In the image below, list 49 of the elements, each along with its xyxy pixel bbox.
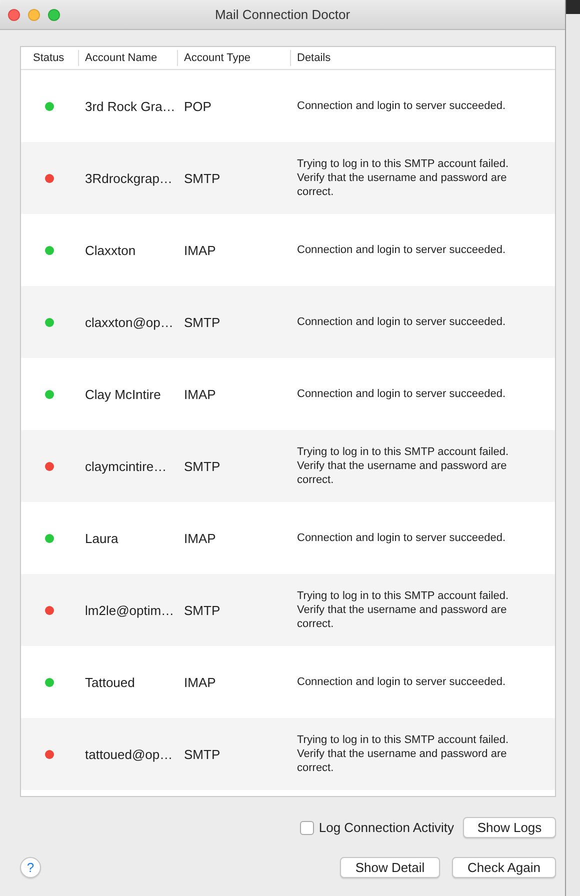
table-row[interactable]: lm2le@optim… SMTP Trying to log in to this SMTP account failed. Verify that the username and password are correct. (21, 574, 555, 646)
check-again-button[interactable]: Check Again (452, 857, 556, 878)
show-detail-button[interactable]: Show Detail (340, 857, 440, 878)
account-type: SMTP (184, 746, 220, 762)
checkbox-label: Log Connection Activity (318, 820, 454, 835)
account-name: tattoued@op… (85, 746, 173, 762)
account-name: lm2le@optim… (85, 602, 174, 618)
details-text: Trying to log in to this SMTP account failed. Verify that the username and password are correct. (297, 445, 510, 487)
account-type: IMAP (184, 530, 216, 546)
account-type: POP (184, 98, 212, 114)
account-name: Clay McIntire (85, 386, 161, 402)
column-header[interactable]: Account Name (79, 50, 178, 66)
column-header[interactable]: Account Type (178, 50, 291, 66)
account-type: IMAP (184, 386, 216, 402)
column-header[interactable]: Details (291, 50, 555, 66)
zoom-button[interactable] (48, 8, 60, 20)
details-text: Connection and login to server succeeded. (297, 387, 507, 401)
table-row[interactable]: claxxton@op… SMTP Connection and login to server succeeded. (21, 286, 555, 358)
account-name: 3Rdrockgrap… (85, 170, 172, 186)
account-name: Laura (85, 530, 118, 546)
minimize-button[interactable] (28, 8, 40, 20)
account-type: IMAP (184, 674, 216, 690)
details-text: Connection and login to server succeeded. (297, 675, 507, 689)
account-name: 3rd Rock Gra… (85, 98, 176, 114)
column-header[interactable]: Status (21, 50, 79, 66)
help-button[interactable]: ? (20, 857, 41, 878)
table-row[interactable]: 3Rdrockgrap… SMTP Trying to log in to this SMTP account failed. Verify that the username and password are correct. (21, 142, 555, 214)
account-name: Tattoued (85, 674, 135, 690)
close-button[interactable] (8, 8, 20, 20)
details-text: Trying to log in to this SMTP account failed. Verify that the username and password are correct. (297, 157, 510, 199)
details-text: Connection and login to server succeeded. (297, 99, 507, 113)
table-row[interactable]: claymcintire… SMTP Trying to log in to this SMTP account failed. Verify that the username and password are correct. (21, 430, 555, 502)
account-name: claxxton@op… (85, 314, 174, 330)
account-type: SMTP (184, 170, 220, 186)
details-text: Connection and login to server succeeded. (297, 531, 507, 545)
log-checkbox[interactable] (300, 820, 314, 834)
account-type: SMTP (184, 458, 220, 474)
details-text: Connection and login to server succeeded. (297, 243, 507, 257)
show-logs-button[interactable]: Show Logs (463, 817, 556, 838)
window-title: Mail Connection Doctor (214, 7, 350, 22)
details-text: Trying to log in to this SMTP account failed. Verify that the username and password are correct. (297, 733, 510, 775)
account-name: Claxxton (85, 242, 136, 258)
details-text: Trying to log in to this SMTP account failed. Verify that the username and password are correct. (297, 589, 510, 631)
table-row[interactable]: tattoued@op… SMTP Trying to log in to this SMTP account failed. Verify that the username and password are correct. (21, 718, 555, 790)
details-text: Connection and login to server succeeded. (297, 315, 507, 329)
account-type: SMTP (184, 602, 220, 618)
account-type: SMTP (184, 314, 220, 330)
account-type: IMAP (184, 242, 216, 258)
account-name: claymcintire… (85, 458, 167, 474)
